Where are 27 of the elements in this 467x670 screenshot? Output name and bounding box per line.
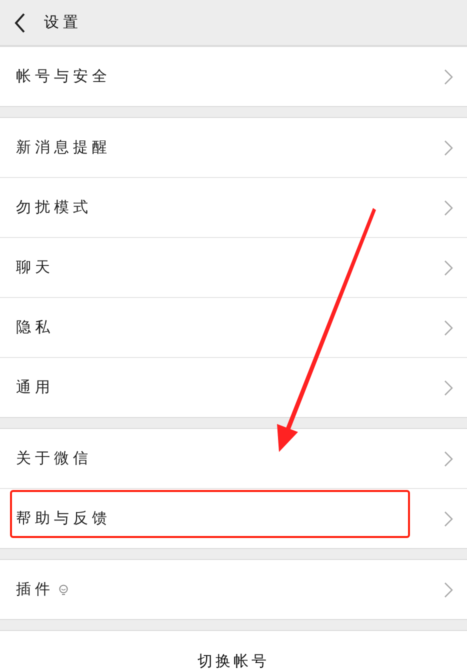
- settings-item[interactable]: 帮助与反馈: [0, 489, 467, 548]
- item-label: 勿扰模式: [16, 198, 92, 217]
- item-label: 关于微信: [16, 449, 92, 468]
- item-label: 帮助与反馈: [16, 509, 111, 528]
- settings-item[interactable]: 通用: [0, 358, 467, 417]
- chevron-icon: [444, 380, 453, 396]
- chevron-icon: [444, 260, 453, 276]
- chevron-icon: [444, 68, 453, 84]
- switch-account-button[interactable]: 切换帐号: [0, 630, 467, 670]
- settings-item[interactable]: 新消息提醒: [0, 118, 467, 178]
- item-label: 通用: [16, 378, 54, 397]
- settings-item[interactable]: 插件: [0, 560, 467, 619]
- item-label: 新消息提醒: [16, 138, 111, 157]
- screen-title: 设置: [44, 13, 82, 32]
- chevron-icon: [444, 200, 453, 216]
- chevron-icon: [444, 510, 453, 526]
- chevron-icon: [444, 320, 453, 336]
- back-icon[interactable]: [14, 12, 26, 32]
- chevron-icon: [444, 140, 453, 156]
- chevron-icon: [444, 450, 453, 466]
- item-label: 隐私: [16, 318, 54, 337]
- item-label: 插件: [16, 580, 54, 599]
- settings-item[interactable]: 帐号与安全: [0, 47, 467, 106]
- item-label: 聊天: [16, 258, 54, 277]
- chevron-icon: [444, 582, 453, 598]
- item-label: 帐号与安全: [16, 67, 111, 86]
- lightbulb-icon: [58, 583, 69, 596]
